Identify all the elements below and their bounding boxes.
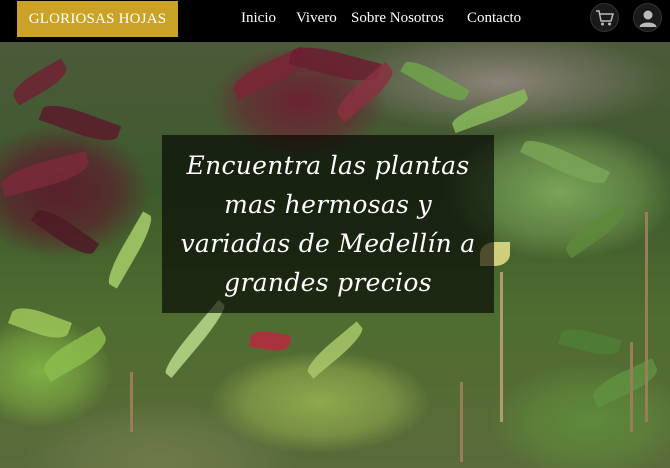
- cart-icon: [595, 9, 614, 25]
- brand-logo[interactable]: GLORIOSAS HOJAS: [17, 1, 178, 37]
- user-account-button[interactable]: [633, 3, 662, 32]
- hero-headline: Encuentra las plantas mas hermosas y var…: [180, 151, 476, 297]
- nav-link-contacto[interactable]: Contacto: [467, 10, 521, 27]
- nav-link-sobre-nosotros[interactable]: Sobre Nosotros: [351, 10, 444, 27]
- nav-link-inicio[interactable]: Inicio: [241, 10, 276, 27]
- hero-caption-box: Encuentra las plantas mas hermosas y var…: [162, 135, 494, 313]
- nav-link-vivero[interactable]: Vivero: [296, 10, 337, 27]
- user-icon: [639, 10, 656, 27]
- top-navbar: GLORIOSAS HOJAS Inicio Vivero Sobre Noso…: [0, 0, 670, 42]
- cart-button[interactable]: [590, 3, 619, 32]
